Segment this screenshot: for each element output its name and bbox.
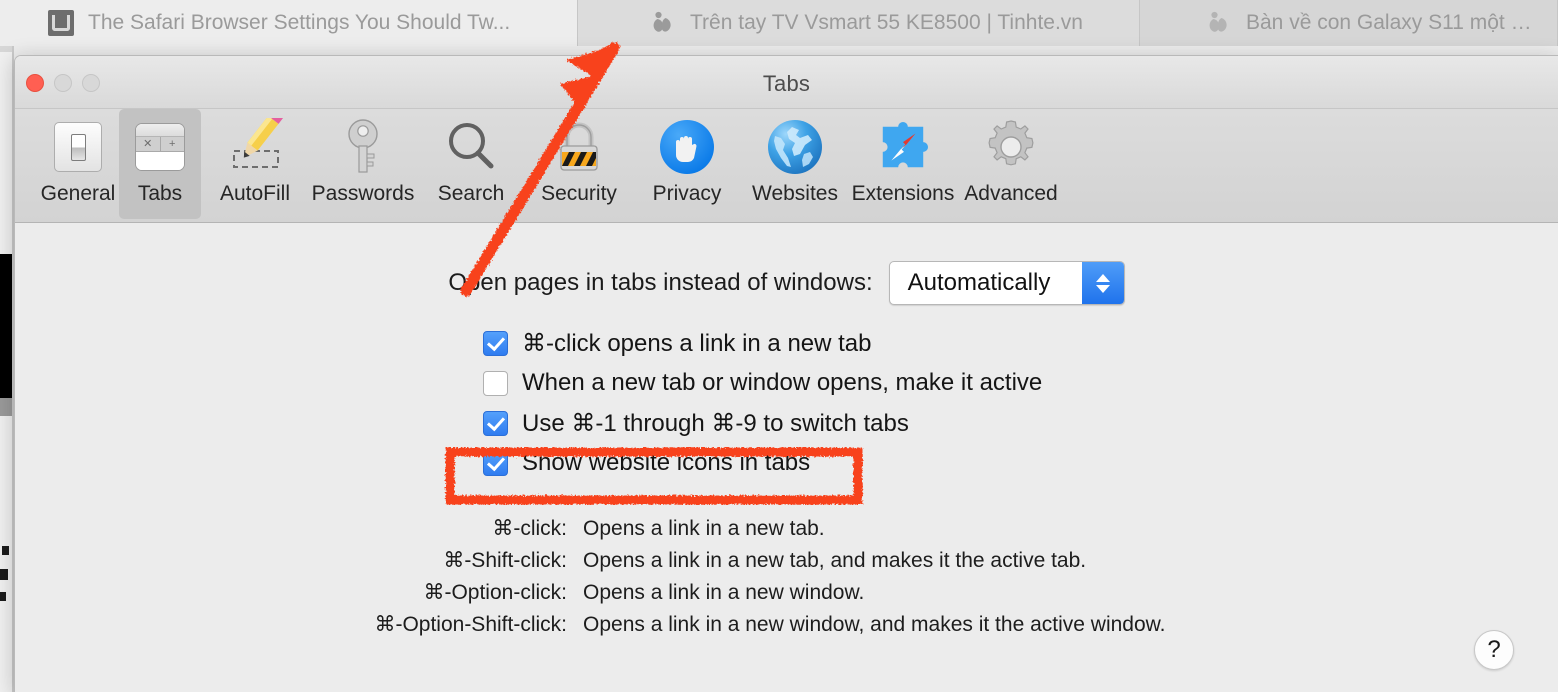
- legend-row: ⌘-Option-click: Opens a link in a new wi…: [15, 577, 1558, 609]
- browser-tab-title: Trên tay TV Vsmart 55 KE8500 | Tinhte.vn: [690, 11, 1083, 34]
- browser-tab-bar: The Safari Browser Settings You Should T…: [0, 0, 1558, 46]
- legend-value: Opens a link in a new tab.: [583, 517, 825, 540]
- legend-key: ⌘-Option-click:: [423, 581, 567, 604]
- checkbox-checked-icon[interactable]: [483, 410, 508, 436]
- toolbar-item-label: Security: [541, 182, 617, 205]
- toolbar-item-general[interactable]: General: [37, 109, 119, 219]
- toolbar-item-passwords[interactable]: Passwords: [309, 109, 417, 219]
- advanced-icon: [980, 116, 1042, 178]
- legend-row: ⌘-Shift-click: Opens a link in a new tab…: [15, 545, 1558, 577]
- preferences-window: Tabs General ✕ + Tabs AutoFill Passwords…: [14, 55, 1558, 692]
- legend-key: ⌘-Shift-click:: [443, 549, 567, 572]
- browser-tab-1[interactable]: Trên tay TV Vsmart 55 KE8500 | Tinhte.vn: [578, 0, 1140, 46]
- checkbox-checked-icon[interactable]: [483, 330, 508, 356]
- window-titlebar[interactable]: Tabs: [15, 56, 1558, 109]
- tinhte-favicon: [650, 10, 676, 36]
- legend-value: Opens a link in a new window.: [583, 581, 865, 604]
- websites-icon: [764, 116, 826, 178]
- toolbar-item-label: Privacy: [652, 182, 722, 205]
- toolbar-item-label: Extensions: [851, 182, 955, 205]
- toolbar-item-advanced[interactable]: Advanced: [957, 109, 1065, 219]
- legend-row: ⌘-click: Opens a link in a new tab.: [15, 513, 1558, 545]
- checkbox-row-cmd-click[interactable]: ⌘-click opens a link in a new tab: [483, 323, 1042, 363]
- toolbar-item-label: AutoFill: [219, 182, 291, 205]
- security-icon: [548, 116, 610, 178]
- passwords-icon: [332, 116, 394, 178]
- browser-tab-2[interactable]: Bàn về con Galaxy S11 một chút: [1140, 0, 1558, 46]
- search-icon: [440, 116, 502, 178]
- legend-key: ⌘-click:: [492, 517, 567, 540]
- toolbar-item-autofill[interactable]: AutoFill: [201, 109, 309, 219]
- checkbox-checked-icon[interactable]: [483, 450, 508, 476]
- open-pages-select[interactable]: Automatically: [888, 261, 1125, 305]
- tabs-icon: ✕ +: [129, 116, 191, 178]
- checkbox-label: Use ⌘-1 through ⌘-9 to switch tabs: [522, 409, 909, 437]
- legend-value: Opens a link in a new window, and makes …: [583, 613, 1166, 636]
- toolbar-item-websites[interactable]: Websites: [741, 109, 849, 219]
- checkbox-row-make-active[interactable]: When a new tab or window opens, make it …: [483, 363, 1042, 403]
- shortcut-legend: ⌘-click: Opens a link in a new tab. ⌘-Sh…: [15, 513, 1558, 641]
- toolbar-item-security[interactable]: Security: [525, 109, 633, 219]
- preferences-toolbar: General ✕ + Tabs AutoFill Passwords Sear…: [15, 109, 1558, 223]
- checkbox-row-switch-tabs[interactable]: Use ⌘-1 through ⌘-9 to switch tabs: [483, 403, 1042, 443]
- checkbox-row-show-website-icons[interactable]: Show website icons in tabs: [483, 443, 1042, 483]
- toolbar-item-label: Passwords: [311, 182, 415, 205]
- uh-favicon: [48, 10, 74, 36]
- tabs-checkbox-list: ⌘-click opens a link in a new tab When a…: [483, 323, 1042, 483]
- general-icon: [47, 116, 109, 178]
- help-button-label: ?: [1487, 636, 1501, 663]
- toolbar-item-label: Websites: [752, 182, 838, 205]
- toolbar-item-search[interactable]: Search: [417, 109, 525, 219]
- legend-row: ⌘-Option-Shift-click: Opens a link in a …: [15, 609, 1558, 641]
- browser-tab-title: The Safari Browser Settings You Should T…: [88, 11, 511, 34]
- chevron-updown-icon[interactable]: [1081, 262, 1124, 304]
- toolbar-item-label: Tabs: [137, 182, 183, 205]
- checkbox-label: When a new tab or window opens, make it …: [522, 369, 1043, 396]
- toolbar-item-tabs[interactable]: ✕ + Tabs: [119, 109, 201, 219]
- background-desktop-sliver: [0, 46, 14, 692]
- checkbox-label: ⌘-click opens a link in a new tab: [522, 329, 872, 357]
- open-pages-label: Open pages in tabs instead of windows:: [448, 269, 873, 296]
- legend-value: Opens a link in a new tab, and makes it …: [583, 549, 1087, 572]
- window-title: Tabs: [762, 71, 811, 96]
- open-pages-value: Automatically: [907, 269, 1051, 296]
- open-pages-row: Open pages in tabs instead of windows: A…: [15, 261, 1558, 305]
- autofill-icon: [224, 116, 286, 178]
- preferences-content: Open pages in tabs instead of windows: A…: [15, 223, 1558, 692]
- browser-tab-0[interactable]: The Safari Browser Settings You Should T…: [0, 0, 578, 46]
- tinhte-favicon: [1206, 10, 1232, 36]
- browser-tab-title: Bàn về con Galaxy S11 một chút: [1246, 11, 1539, 34]
- toolbar-item-label: Advanced: [964, 182, 1058, 205]
- toolbar-item-label: Search: [437, 182, 505, 205]
- checkbox-label: Show website icons in tabs: [522, 449, 811, 476]
- toolbar-item-label: General: [40, 182, 116, 205]
- help-button[interactable]: ?: [1474, 630, 1514, 670]
- screen: The Safari Browser Settings You Should T…: [0, 0, 1558, 692]
- checkbox-unchecked-icon[interactable]: [483, 370, 508, 396]
- legend-key: ⌘-Option-Shift-click:: [374, 613, 567, 636]
- toolbar-item-extensions[interactable]: Extensions: [849, 109, 957, 219]
- toolbar-item-privacy[interactable]: Privacy: [633, 109, 741, 219]
- privacy-icon: [656, 116, 718, 178]
- extensions-icon: [872, 116, 934, 178]
